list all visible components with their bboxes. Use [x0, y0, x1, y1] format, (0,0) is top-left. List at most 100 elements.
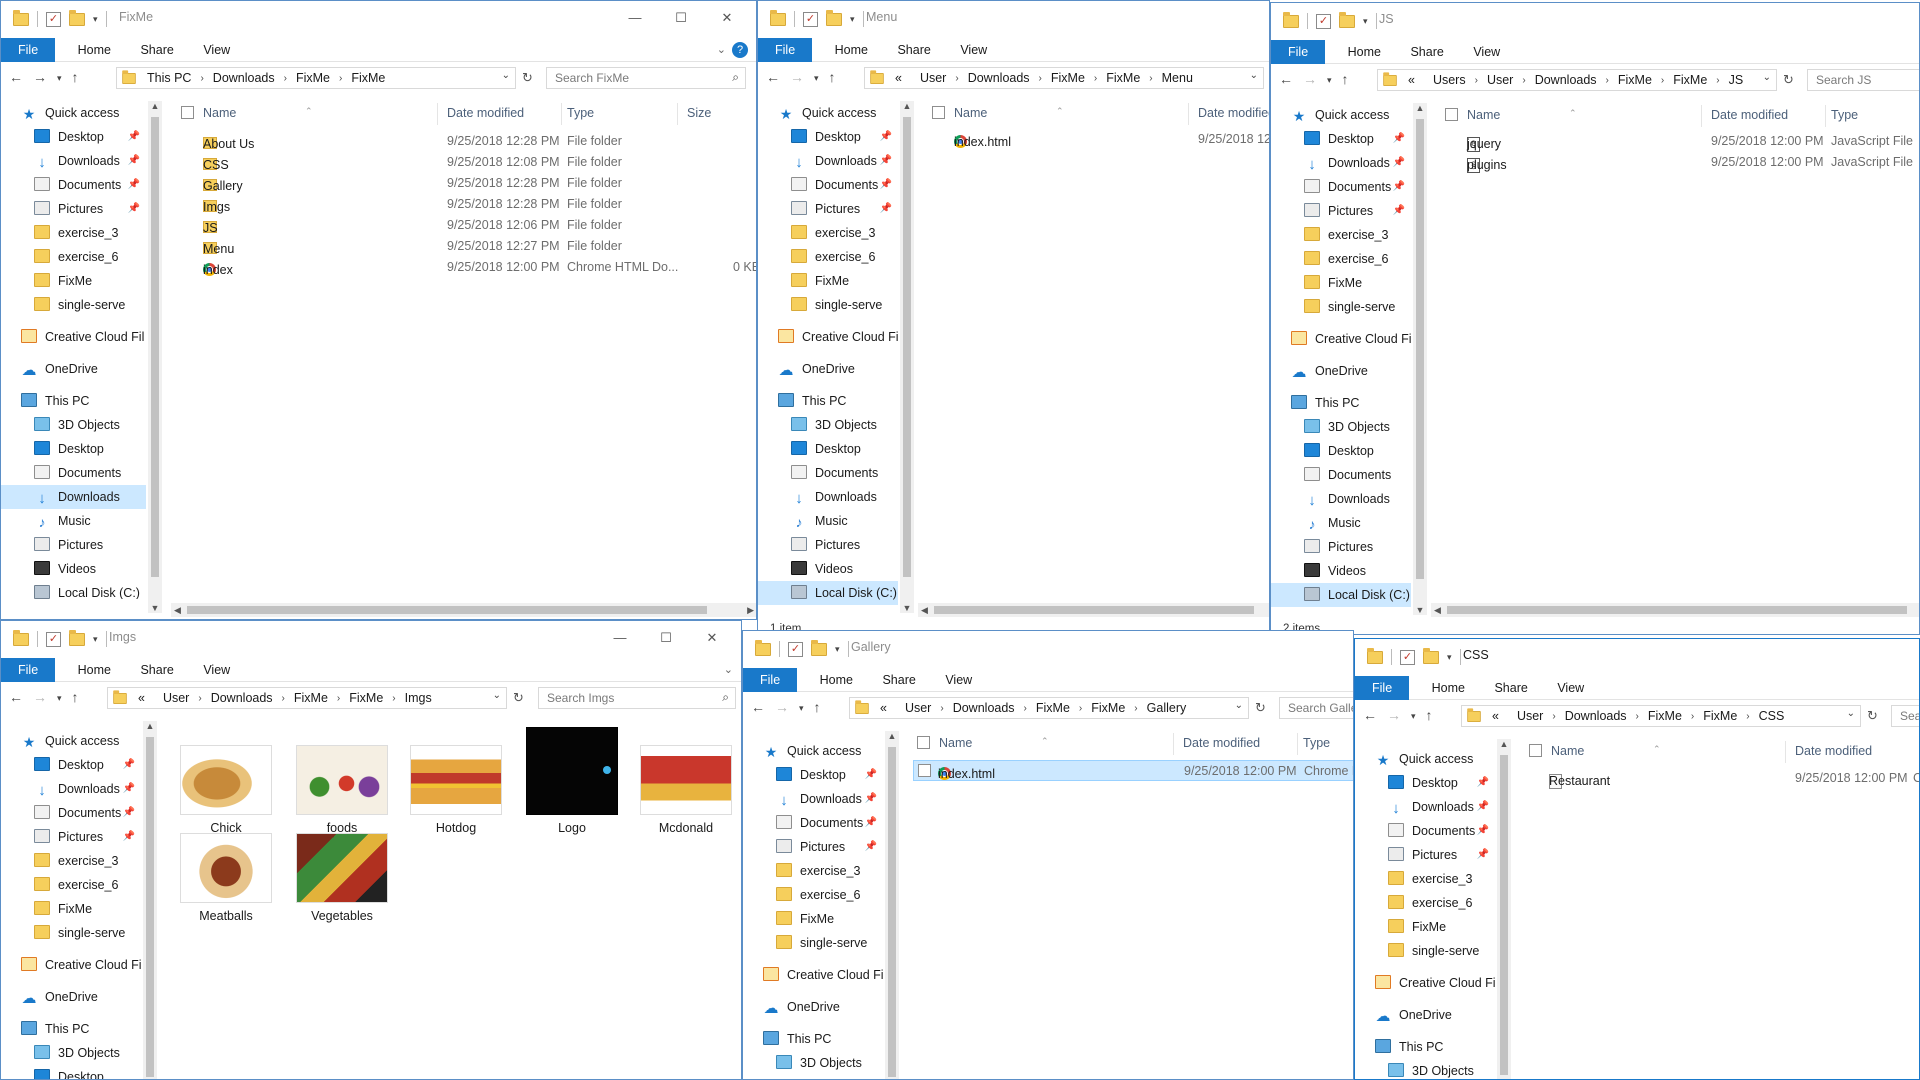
refresh-icon[interactable]: ↻	[513, 690, 524, 706]
title-bar[interactable]: ✓ ▾ Gallery	[743, 631, 1353, 667]
breadcrumb-item[interactable]: CSS	[1759, 709, 1785, 723]
recent-locations-icon[interactable]: ▾	[814, 69, 819, 87]
nav-videos[interactable]: Videos	[758, 557, 898, 581]
tab-share[interactable]: Share	[869, 668, 928, 692]
nav-exercise-3[interactable]: exercise_3	[1271, 223, 1411, 247]
nav-documents-pc[interactable]: Documents	[1, 461, 146, 485]
file-row-selected[interactable]: index.html 9/25/2018 12:00 PM Chrome H	[913, 760, 1353, 781]
address-dropdown-icon[interactable]: ⌄	[1235, 700, 1243, 711]
image-thumbnail[interactable]: Meatballs	[179, 833, 273, 923]
scroll-up-icon[interactable]: ▲	[1413, 103, 1427, 113]
breadcrumb-overflow[interactable]: «	[1492, 709, 1499, 723]
nav-documents-pc[interactable]: Documents	[1271, 463, 1411, 487]
customize-dropdown-icon[interactable]: ▾	[850, 14, 855, 25]
address-bar[interactable]: This PC › Downloads › FixMe › FixMe ⌄	[116, 67, 516, 89]
forward-arrow-icon[interactable]: →	[1387, 707, 1401, 725]
file-row[interactable]: § jquery 9/25/2018 12:00 PM JavaScript Fi…	[1441, 131, 1919, 152]
nav-onedrive[interactable]: ☁ OneDrive	[1355, 1003, 1495, 1027]
forward-arrow-icon[interactable]: →	[790, 69, 804, 87]
breadcrumb-item[interactable]: FixMe	[1051, 71, 1085, 85]
properties-icon[interactable]: ✓	[1400, 649, 1415, 665]
back-arrow-icon[interactable]: ←	[766, 69, 780, 87]
nav-pictures[interactable]: Pictures 📌	[1, 197, 146, 221]
nav-quick-access[interactable]: ★ Quick access	[1, 729, 141, 753]
nav-local-disk[interactable]: Local Disk (C:)	[1271, 583, 1411, 607]
back-arrow-icon[interactable]: ←	[751, 699, 765, 717]
breadcrumb-item[interactable]: This PC	[147, 71, 191, 85]
tab-home[interactable]: Home	[65, 658, 124, 682]
tab-file[interactable]: File	[743, 668, 798, 692]
column-name[interactable]: Name	[1551, 744, 1584, 758]
column-name[interactable]: Name	[1467, 108, 1500, 122]
breadcrumb-item[interactable]: Imgs	[405, 691, 432, 705]
scroll-left-icon[interactable]: ◀	[921, 603, 928, 617]
nav-downloads[interactable]: ↓ Downloads 📌	[1355, 795, 1495, 819]
nav-exercise-6[interactable]: exercise_6	[758, 245, 898, 269]
nav-exercise-3[interactable]: exercise_3	[1, 849, 141, 873]
nav-documents[interactable]: Documents 📌	[1, 801, 141, 825]
tab-home[interactable]: Home	[822, 38, 881, 62]
column-size[interactable]: Size	[687, 106, 711, 120]
tab-file[interactable]: File	[1271, 40, 1326, 64]
scroll-down-icon[interactable]: ▼	[148, 603, 162, 613]
file-row[interactable]: CSS 9/25/2018 12:08 PM File folder	[177, 152, 756, 173]
nav-3d-objects[interactable]: 3D Objects	[1, 1041, 141, 1065]
scroll-thumb[interactable]	[903, 117, 911, 577]
nav-creative-cloud[interactable]: Creative Cloud Fil	[758, 325, 898, 349]
breadcrumb-item[interactable]: Downloads	[213, 71, 275, 85]
nav-local-disk[interactable]: Local Disk (C:)	[1, 581, 146, 599]
nav-single-serve[interactable]: single-serve	[1271, 295, 1411, 319]
nav-this-pc[interactable]: This PC	[1, 1017, 141, 1041]
scroll-left-icon[interactable]: ◀	[174, 603, 181, 617]
breadcrumb-overflow[interactable]: «	[880, 701, 887, 715]
title-bar[interactable]: ✓ ▾ Imgs — ☐ ✕	[1, 621, 741, 657]
maximize-button[interactable]: ☐	[643, 627, 689, 649]
nav-fixme[interactable]: FixMe	[758, 269, 898, 293]
nav-downloads[interactable]: ↓ Downloads 📌	[1, 149, 146, 173]
breadcrumb-item[interactable]: FixMe	[1618, 73, 1652, 87]
properties-icon[interactable]: ✓	[803, 11, 818, 27]
scroll-down-icon[interactable]: ▼	[900, 603, 914, 613]
breadcrumb-item[interactable]: FixMe	[296, 71, 330, 85]
nav-3d-objects[interactable]: 3D Objects	[1271, 415, 1411, 439]
customize-dropdown-icon[interactable]: ▾	[93, 14, 98, 25]
column-date[interactable]: Date modified	[1711, 108, 1788, 122]
customize-dropdown-icon[interactable]: ▾	[93, 634, 98, 645]
properties-icon[interactable]: ✓	[46, 11, 61, 27]
column-name[interactable]: Name	[954, 106, 987, 120]
refresh-icon[interactable]: ↻	[522, 70, 533, 86]
nav-onedrive[interactable]: ☁ OneDrive	[1, 357, 146, 381]
tab-share[interactable]: Share	[1397, 40, 1456, 64]
recent-locations-icon[interactable]: ▾	[57, 69, 62, 87]
column-date[interactable]: Date modified	[1183, 736, 1260, 750]
nav-3d-objects[interactable]: 3D Objects	[1, 413, 146, 437]
up-arrow-icon[interactable]: ↑	[1342, 71, 1349, 89]
horizontal-scrollbar[interactable]: ◀	[1431, 603, 1919, 617]
recent-locations-icon[interactable]: ▾	[799, 699, 804, 717]
file-row[interactable]: index.html 9/25/2018 12:0	[928, 129, 1269, 150]
tab-share[interactable]: Share	[127, 38, 186, 62]
search-input[interactable]: Search Imgs ⌕	[538, 687, 736, 709]
nav-3d-objects[interactable]: 3D Objects	[743, 1051, 883, 1075]
nav-scrollbar[interactable]: ▲	[143, 721, 157, 1079]
nav-quick-access[interactable]: ★ Quick access	[1271, 103, 1411, 127]
forward-arrow-icon[interactable]: →	[33, 689, 47, 707]
column-type[interactable]: Type	[1831, 108, 1858, 122]
nav-single-serve[interactable]: single-serve	[758, 293, 898, 317]
select-all-checkbox[interactable]	[917, 736, 930, 749]
nav-this-pc[interactable]: This PC	[758, 389, 898, 413]
scroll-up-icon[interactable]: ▲	[900, 101, 914, 111]
breadcrumb-item[interactable]: User	[1517, 709, 1543, 723]
title-bar[interactable]: ✓ ▾ Menu	[758, 1, 1269, 37]
breadcrumb-item[interactable]: User	[1487, 73, 1513, 87]
nav-creative-cloud[interactable]: Creative Cloud Fil	[1, 953, 141, 977]
address-bar[interactable]: « User › Downloads › FixMe › FixMe › CSS ⌄	[1461, 705, 1861, 727]
breadcrumb-item[interactable]: FixMe	[294, 691, 328, 705]
breadcrumb-item[interactable]: Downloads	[968, 71, 1030, 85]
nav-exercise-3[interactable]: exercise_3	[758, 221, 898, 245]
nav-desktop[interactable]: Desktop 📌	[758, 125, 898, 149]
breadcrumb-item[interactable]: FixMe	[1036, 701, 1070, 715]
tab-view[interactable]: View	[190, 38, 243, 62]
nav-fixme[interactable]: FixMe	[1355, 915, 1495, 939]
breadcrumb-item[interactable]: User	[905, 701, 931, 715]
